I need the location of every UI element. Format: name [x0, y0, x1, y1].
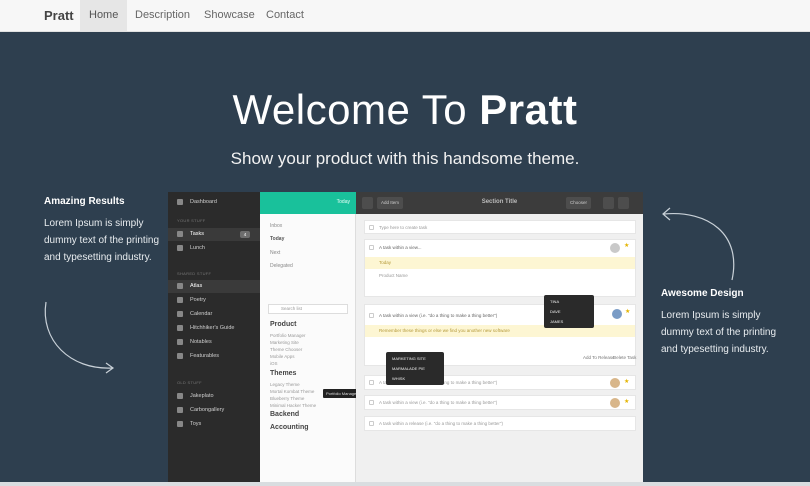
mock-sidebar-item: Hitchhiker's Guide [168, 322, 260, 335]
curved-arrow-left-icon [44, 301, 115, 374]
mock-sidebar-item: Toys [168, 418, 260, 431]
star-icon: ★ [624, 399, 630, 405]
mock-group-item: Marketing Site [270, 340, 299, 345]
mock-task-row: A task within a release (i.e. "do a thin… [364, 416, 636, 431]
mock-group-heading: Accounting [270, 424, 309, 431]
mock-sidebar-item: Notables [168, 336, 260, 349]
mock-section-title: Section Title [481, 199, 518, 205]
hero-section: Welcome To Pratt Show your product with … [0, 32, 810, 486]
star-icon: ★ [624, 243, 630, 249]
right-feature-title: Awesome Design [661, 288, 744, 299]
top-navbar: Pratt Home Description Showcase Contact [0, 0, 810, 32]
star-icon: ★ [625, 309, 631, 315]
mock-sidebar-dashboard: Dashboard [168, 196, 260, 209]
mock-tooltip: Portfolio Manager [323, 389, 361, 398]
book-icon [177, 325, 183, 331]
mock-list-header: Today [260, 192, 356, 214]
mock-sidebar-item: Featurables [168, 350, 260, 363]
mock-group-heading: Themes [270, 370, 297, 377]
hero-title: Welcome To Pratt [232, 86, 578, 133]
mock-group-item: Portfolio Manager [270, 333, 306, 338]
mock-task-card: A task within a view... Today Product Na… [364, 239, 636, 297]
folder-icon [177, 297, 183, 303]
avatar [610, 243, 620, 253]
star-icon [177, 353, 183, 359]
mock-sidebar: Dashboard YOUR STUFF Tasks 4 Lunch SHARED… [168, 192, 260, 482]
mock-task-row: A task within a view (i.e. "do a thing t… [364, 395, 636, 410]
mock-group-item: iOS [270, 361, 278, 366]
mock-sidebar-item: Carbongallery [168, 404, 260, 417]
mock-assignee-popup: TINA DAVE JAMES [544, 295, 594, 328]
mock-project-popup: MARKETING SITE MARMALADE PIE WHISK [386, 352, 444, 385]
avatar [610, 378, 620, 388]
brand-logo[interactable]: Pratt [44, 8, 74, 23]
dashboard-icon [177, 199, 183, 205]
folder-icon [177, 393, 183, 399]
nav-showcase[interactable]: Showcase [195, 0, 264, 31]
mock-sidebar-item: Calendar [168, 308, 260, 321]
mock-search-field: Search list [268, 304, 348, 314]
curved-arrow-right-icon [662, 207, 735, 281]
mock-list-column: Today Inbox Today Next Delegated Search … [260, 192, 356, 482]
mock-main-panel: Add Item Section Title Chooser Type here… [356, 192, 643, 482]
mock-group-item: Legacy Theme [270, 382, 300, 387]
mock-sidebar-tasks: Tasks 4 [168, 228, 260, 241]
star-icon: ★ [624, 379, 630, 385]
mock-sidebar-lunch: Lunch [168, 242, 260, 255]
exit-icon [618, 197, 629, 209]
hero-subtitle: Show your product with this handsome the… [230, 149, 580, 168]
mock-section-label: SHARED STUFF [177, 271, 212, 276]
mock-section-label: OLD STUFF [177, 380, 202, 385]
right-feature-text: Lorem Ipsum is simply dummy text of the … [661, 310, 777, 355]
bottom-divider [0, 482, 810, 486]
mock-filter: Next [270, 250, 281, 256]
folder-icon [177, 283, 183, 289]
mock-filter: Inbox [270, 223, 283, 229]
avatar [612, 309, 622, 319]
mock-chooser-button: Chooser [566, 197, 592, 209]
avatar [610, 398, 620, 408]
product-screenshot: Dashboard YOUR STUFF Tasks 4 Lunch SHARED… [168, 192, 643, 482]
mock-section-label: YOUR STUFF [177, 218, 206, 223]
mock-group-item: Mobile Apps [270, 354, 295, 359]
mock-group-heading: Backend [270, 411, 300, 418]
nav-contact[interactable]: Contact [257, 0, 313, 31]
mock-group-heading: Product [270, 321, 297, 328]
pin-icon [177, 231, 183, 237]
tasks-count-badge: 4 [240, 231, 250, 238]
mock-group-item: Minimal Hacker Theme [270, 403, 317, 408]
calendar-icon [177, 311, 183, 317]
mock-filter: Today [270, 236, 285, 242]
mock-sidebar-item: Poetry [168, 294, 260, 307]
mock-sidebar-item: Atlas [168, 280, 260, 293]
note-icon [177, 339, 183, 345]
nav-description[interactable]: Description [126, 0, 199, 31]
mock-group-item: Theme Chooser [270, 347, 303, 352]
mock-sidebar-item: Jakeplato [168, 390, 260, 403]
lunch-icon [177, 245, 183, 251]
gear-icon [603, 197, 614, 209]
left-feature-title: Amazing Results [44, 196, 125, 207]
left-feature-text: Lorem Ipsum is simply dummy text of the … [44, 218, 160, 263]
folder-icon [177, 421, 183, 427]
mock-new-task-row: Type here to create task [364, 220, 636, 234]
folder-icon [177, 407, 183, 413]
mock-filter: Delegated [270, 263, 293, 269]
nav-home[interactable]: Home [80, 0, 128, 31]
mock-toolbar: Add Item Section Title Chooser [356, 192, 643, 214]
